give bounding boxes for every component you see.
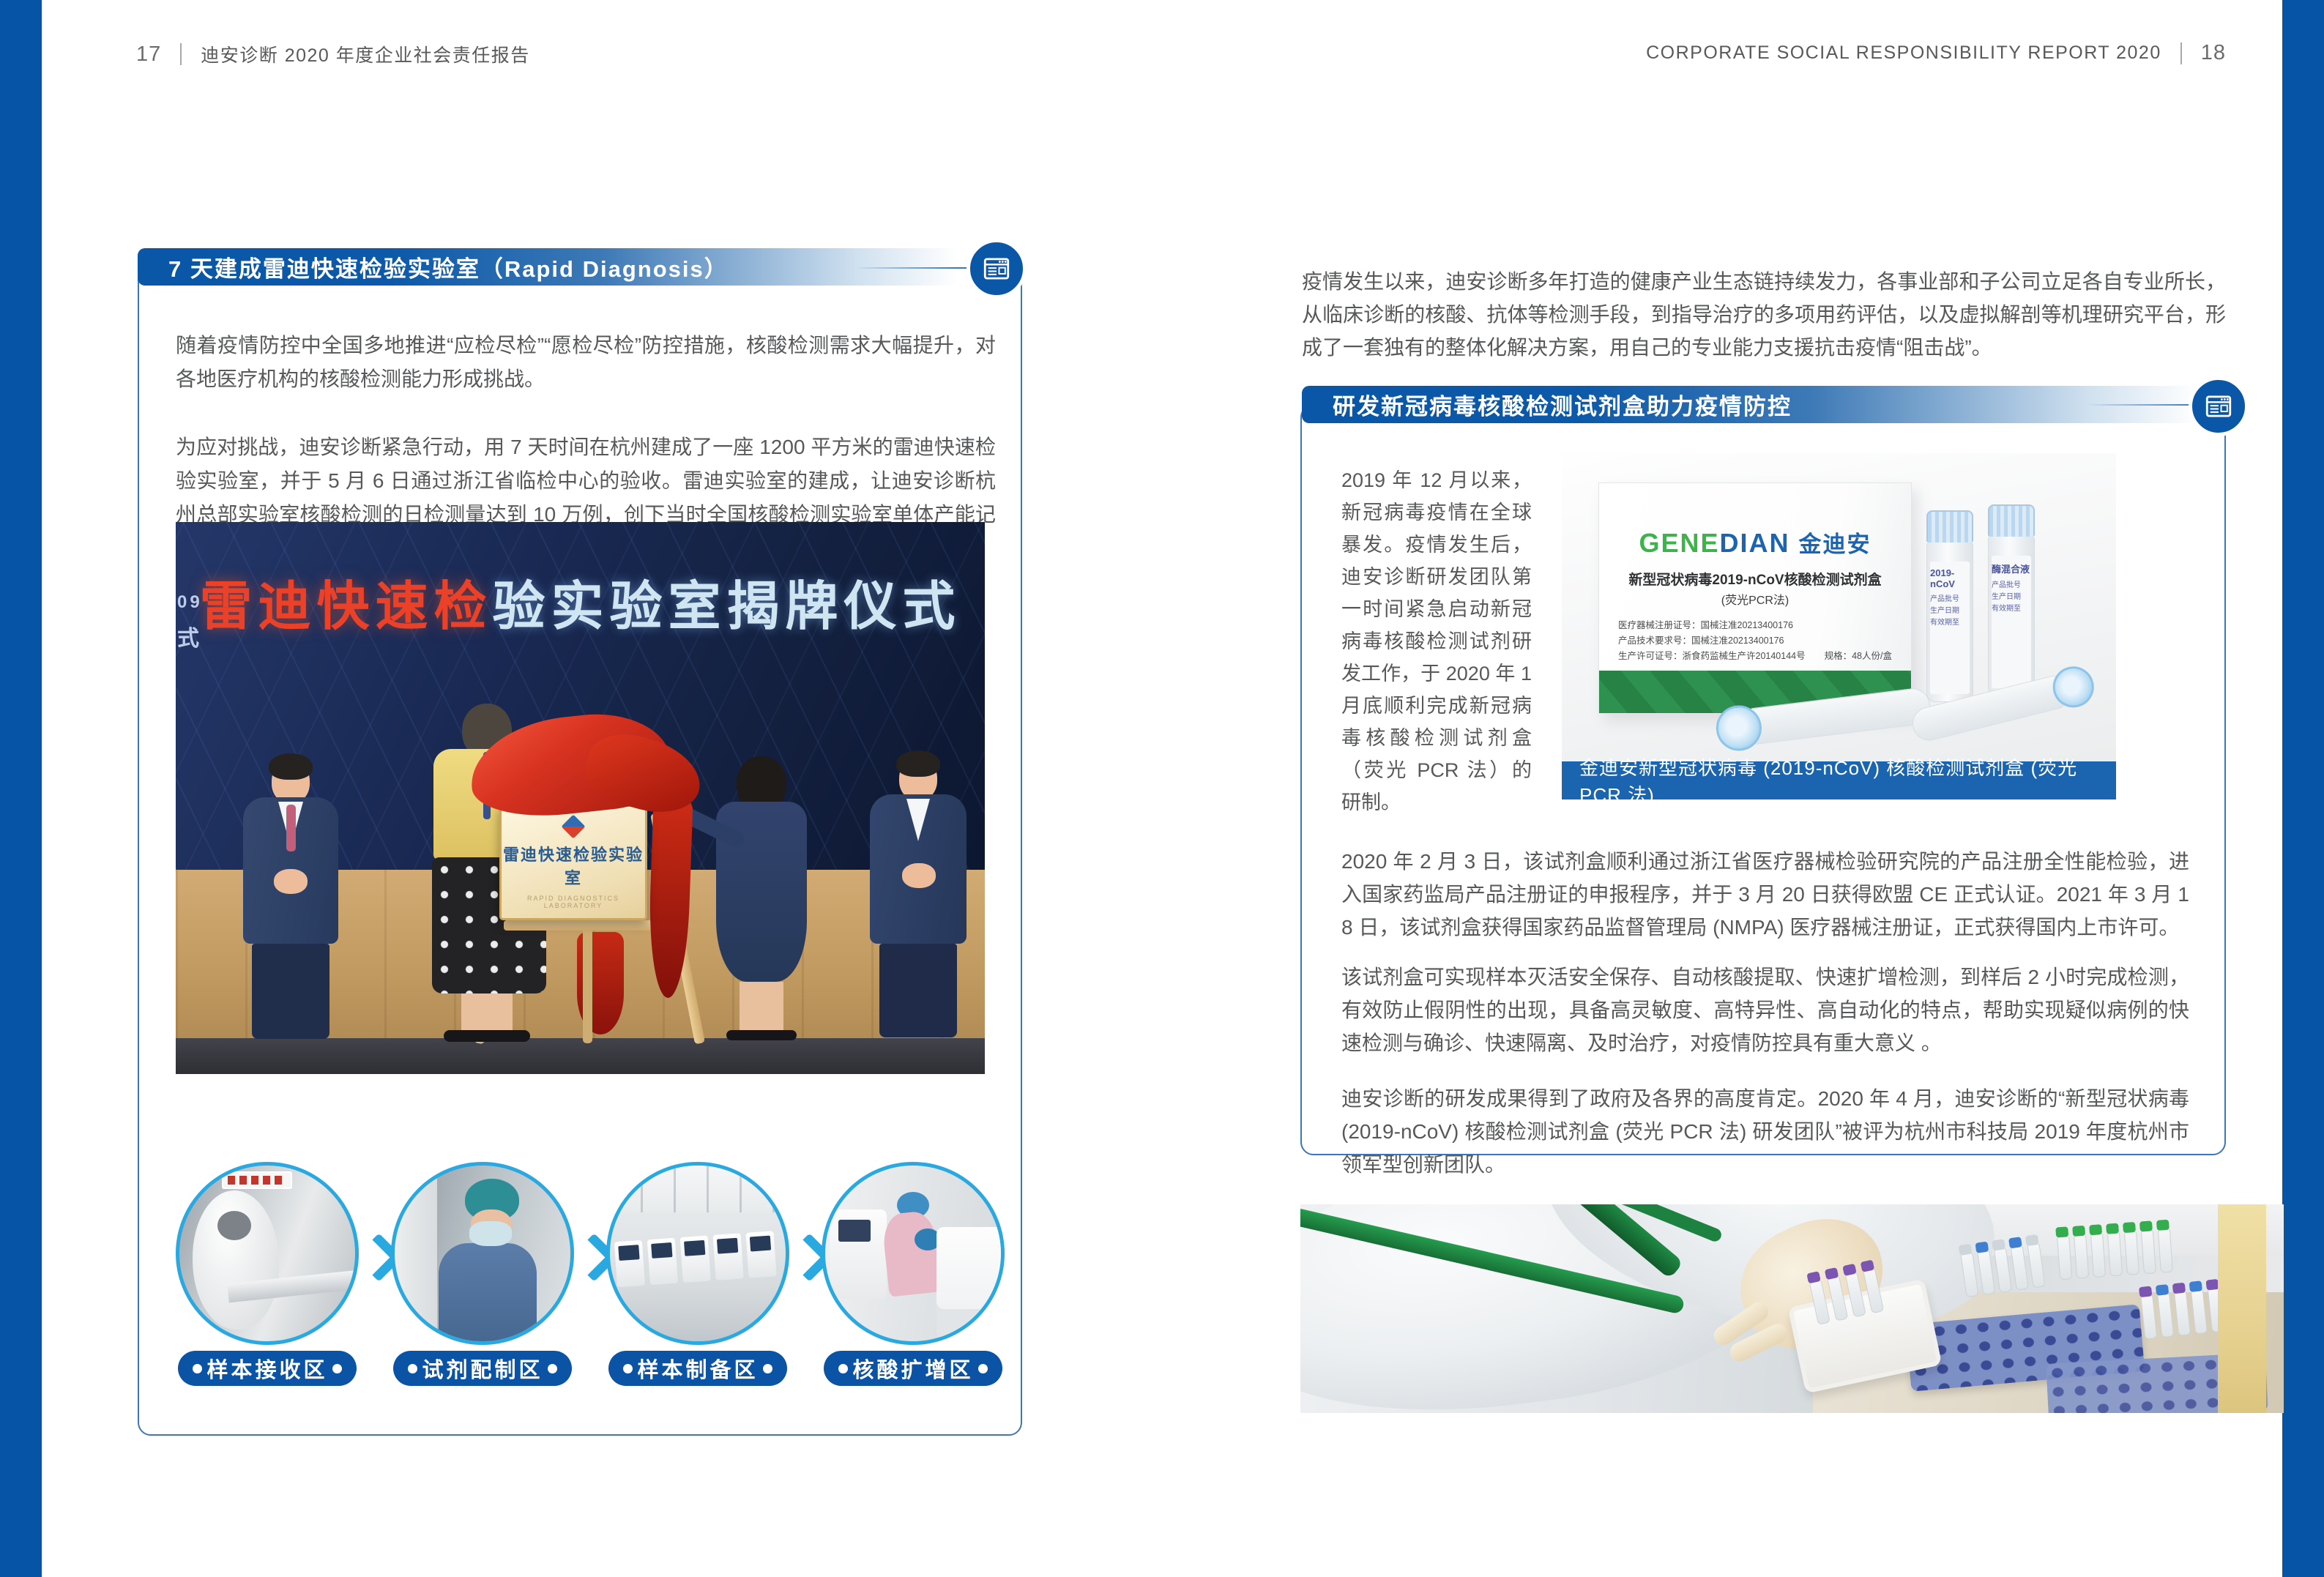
page-header-left: 17 迪安诊断 2020 年度企业社会责任报告 <box>136 41 530 67</box>
person-male-right <box>870 756 967 1037</box>
hands <box>902 863 936 888</box>
head <box>272 759 310 803</box>
right-edge-accent-bar <box>2282 0 2324 1577</box>
head <box>742 764 781 808</box>
navy-dress <box>716 802 807 982</box>
newspaper-icon <box>2203 391 2234 422</box>
left-paragraph-1: 随着疫情防控中全国多地推进“应检尽检”“愿检尽检”防控措施，核酸检测需求大幅提升… <box>176 329 996 396</box>
person-female-navy <box>715 764 808 1040</box>
process-photo-reagent-prep <box>391 1162 574 1345</box>
news-icon <box>967 239 1027 299</box>
registration-info: 医疗器械注册证号：国械注准20213400176 产品技术要求号：国械注准202… <box>1599 618 1911 664</box>
test-kit-box: GENEDIAN 金迪安 新型冠状病毒2019-nCoV核酸检测试剂盒 (荧光P… <box>1598 482 1912 714</box>
header-divider <box>180 43 182 65</box>
right-section-title: 研发新冠病毒核酸检测试剂盒助力疫情防控 <box>1333 388 1792 421</box>
unveiling-plaque: 雷迪快速检验实验室 RAPID DIAGNOSTICS LABORATORY <box>499 805 647 920</box>
reagent-vial-standing: 酶混合液 产品批号 生产日期 有效期至 <box>1988 504 2035 696</box>
right-paragraph-2: 该试剂盒可实现样本灭活安全保存、自动核酸提取、快速扩增检测，到样后 2 小时完成… <box>1341 961 2189 1059</box>
box-title: 新型冠状病毒2019-nCoV核酸检测试剂盒 <box>1599 569 1911 589</box>
easel-leg <box>583 917 592 1043</box>
pcr-machine <box>936 1227 1005 1338</box>
narrow-column-text: 2019 年 12 月以来，新冠病毒疫情在全球暴发。疫情发生后，迪安诊断研发团队… <box>1341 464 1532 819</box>
head <box>899 756 937 800</box>
process-label-2: 试剂配制区 <box>393 1351 572 1386</box>
report-title-en: CORPORATE SOCIAL RESPONSIBILITY REPORT 2… <box>1646 42 2161 64</box>
page-number-left: 17 <box>136 42 161 67</box>
left-section-title: 7 天建成雷迪快速检验实验室（Rapid Diagnosis） <box>168 250 729 283</box>
tie <box>286 805 296 851</box>
person-male-left <box>243 759 338 1039</box>
suit-torso <box>243 797 338 944</box>
right-paragraph-1: 2020 年 2 月 3 日，该试剂盒顺利通过浙江省医疗器械检验研究院的产品注册… <box>1341 845 2189 944</box>
brand-logo: GENEDIAN 金迪安 <box>1599 526 1911 559</box>
page-number-right: 18 <box>2201 41 2226 65</box>
stage-floor <box>176 1038 985 1074</box>
right-paragraph-3: 迪安诊断的研发成果得到了政府及各界的高度肯定。2020 年 4 月，迪安诊断的“… <box>1341 1082 2189 1181</box>
ceremony-photo: 雷迪快速检验实验室揭牌仪式 09 式 <box>176 522 985 1074</box>
news-icon <box>2189 376 2249 436</box>
box-subtitle: (荧光PCR法) <box>1599 590 1911 608</box>
report-spread: 17 迪安诊断 2020 年度企业社会责任报告 CORPORATE SOCIAL… <box>0 0 2324 1577</box>
plaque-logo <box>561 814 585 838</box>
page-header-right: CORPORATE SOCIAL RESPONSIBILITY REPORT 2… <box>1646 41 2226 65</box>
process-photo-amplification <box>822 1162 1005 1345</box>
left-edge-accent-bar <box>0 0 42 1577</box>
right-intro-paragraph: 疫情发生以来，迪安诊断多年打造的健康产业生态链持续发力，各事业部和子公司立足各自… <box>1302 265 2226 364</box>
vial-cap <box>1988 504 2035 537</box>
lab-testing-photo <box>1300 1204 2284 1413</box>
background-pillar <box>2218 1204 2266 1413</box>
suit-torso <box>870 794 967 944</box>
newspaper-icon <box>981 253 1012 284</box>
process-photo-sample-receiving <box>176 1162 359 1345</box>
screen-title-light: 验实验室揭牌仪式 <box>493 578 961 636</box>
right-section-banner: 研发新冠病毒核酸检测试剂盒助力疫情防控 <box>1302 386 2226 423</box>
process-label-1: 样本接收区 <box>178 1351 357 1386</box>
left-section-banner: 7 天建成雷迪快速检验实验室（Rapid Diagnosis） <box>138 248 983 286</box>
plaque-title: 雷迪快速检验实验室 <box>502 842 645 889</box>
reagent-vial-standing: 2019-nCoV 产品批号 生产日期 有效期至 <box>1926 510 1973 702</box>
pcr-machine <box>830 1209 887 1299</box>
process-label-3: 样本制备区 <box>608 1351 787 1386</box>
process-label-4: 核酸扩增区 <box>824 1351 1002 1386</box>
header-divider <box>2180 42 2182 64</box>
screen-side-text-1: 09 <box>177 592 203 613</box>
test-kit-product-photo: GENEDIAN 金迪安 新型冠状病毒2019-nCoV核酸检测试剂盒 (荧光P… <box>1562 453 2116 761</box>
screen-title-red: 雷迪快速检 <box>199 578 492 636</box>
plaque-subtitle: RAPID DIAGNOSTICS LABORATORY <box>502 895 645 909</box>
analyzer-row <box>614 1230 789 1294</box>
screen-title: 雷迪快速检验实验室揭牌仪式 <box>176 563 985 640</box>
screen-side-text-2: 式 <box>177 620 199 652</box>
process-photo-sample-prep <box>606 1162 789 1345</box>
technician-pink-gown <box>881 1210 942 1297</box>
face-mask <box>469 1221 512 1246</box>
vial-cap <box>1926 510 1973 543</box>
lab-technician <box>439 1243 537 1345</box>
tube-cluster <box>2057 1229 2173 1280</box>
product-caption-bar: 金迪安新型冠状病毒 (2019-nCoV) 核酸检测试剂盒 (荧光 PCR 法) <box>1562 761 2116 799</box>
report-title-cn: 迪安诊断 2020 年度企业社会责任报告 <box>201 41 530 67</box>
hands <box>274 869 308 894</box>
